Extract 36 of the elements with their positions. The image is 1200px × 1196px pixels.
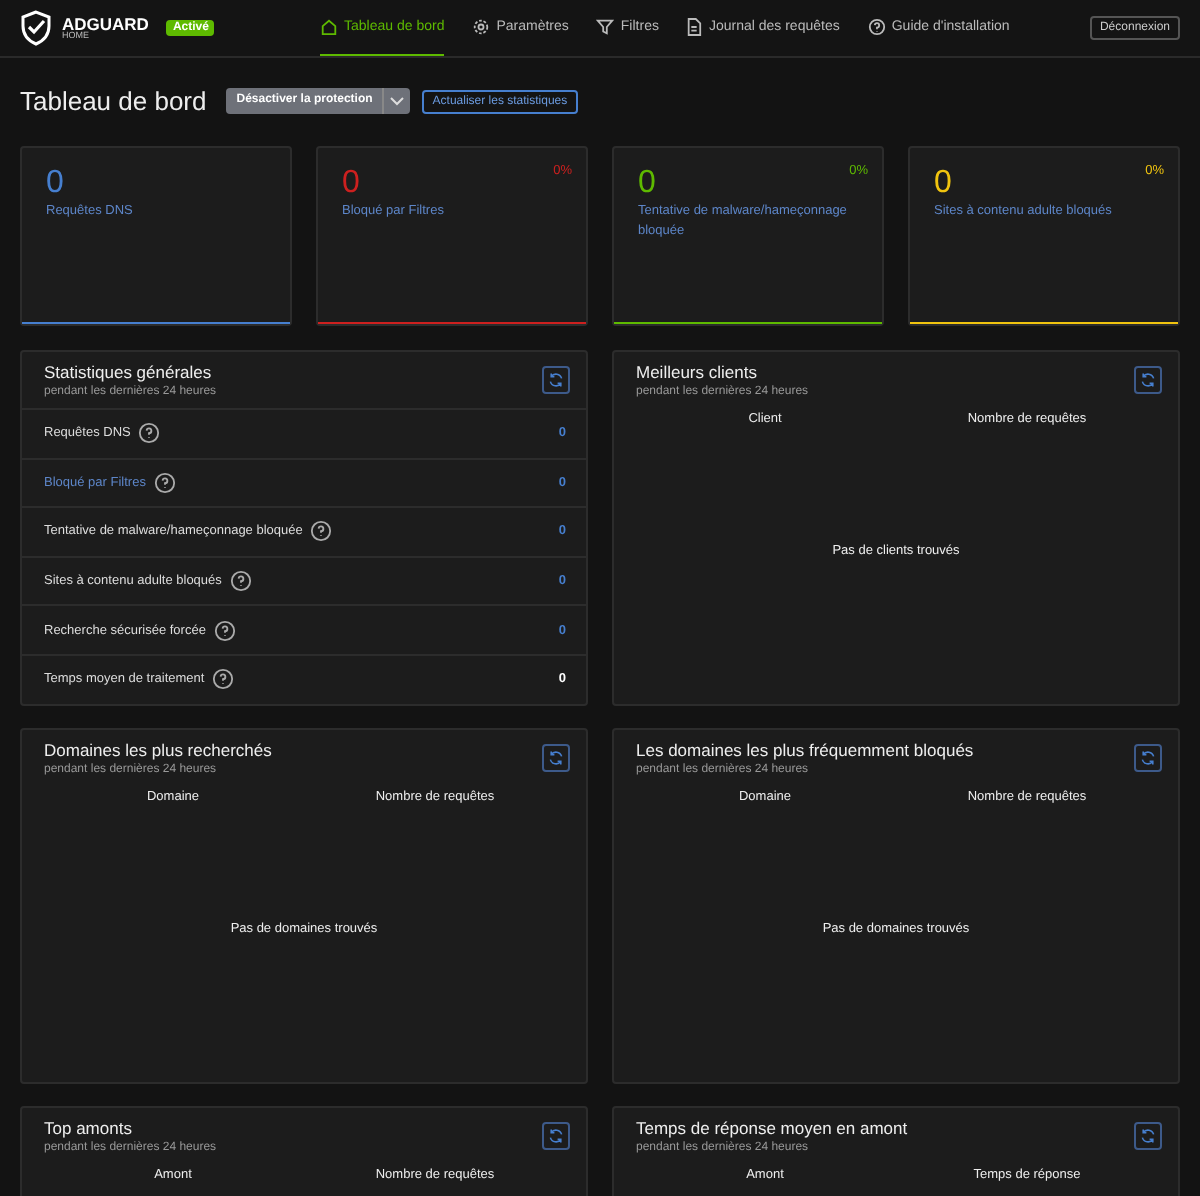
logo-title: ADGUARD xyxy=(62,15,149,32)
help-icon[interactable] xyxy=(153,471,176,494)
filter-icon xyxy=(596,18,615,36)
shield-check-icon xyxy=(20,10,52,46)
refresh-button[interactable] xyxy=(1134,744,1162,772)
help-icon[interactable] xyxy=(138,422,161,445)
refresh-icon xyxy=(548,750,564,766)
refresh-icon xyxy=(1140,372,1156,388)
refresh-button[interactable] xyxy=(1134,1122,1162,1150)
help-icon[interactable] xyxy=(229,570,252,593)
refresh-button[interactable] xyxy=(1134,366,1162,394)
card-title: Temps de réponse moyen en amont xyxy=(636,1118,908,1138)
stat-value: 0 xyxy=(934,164,954,203)
stat-value: 0 xyxy=(342,164,362,203)
stat-value: 0 xyxy=(638,164,658,203)
refresh-icon xyxy=(548,1128,564,1144)
help-icon[interactable] xyxy=(310,520,333,543)
refresh-button[interactable] xyxy=(542,744,570,772)
page-title: Tableau de bord xyxy=(20,86,207,116)
stat-value: 0 xyxy=(46,164,66,203)
refresh-button[interactable] xyxy=(542,366,570,394)
card-title: Top amonts xyxy=(44,1118,134,1138)
refresh-button[interactable] xyxy=(542,1122,570,1150)
refresh-icon xyxy=(1140,750,1156,766)
refresh-icon xyxy=(1140,1128,1156,1144)
card-title: Les domaines les plus fréquemment bloqués xyxy=(636,740,974,760)
document-icon xyxy=(686,18,703,36)
help-icon xyxy=(867,18,886,36)
card-title: Statistiques générales xyxy=(44,362,214,382)
refresh-icon xyxy=(548,372,564,388)
help-icon[interactable] xyxy=(212,668,235,691)
card-title: Domaines les plus recherchés xyxy=(44,740,272,760)
home-icon xyxy=(320,18,338,36)
help-icon[interactable] xyxy=(213,619,236,642)
settings-icon xyxy=(472,18,491,36)
card-title: Meilleurs clients xyxy=(636,362,759,382)
